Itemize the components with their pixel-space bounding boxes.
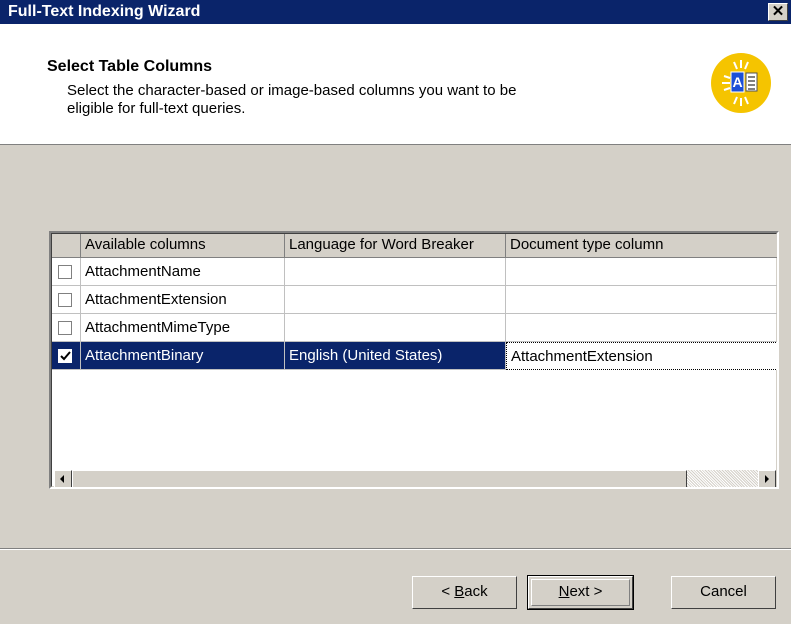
language-cell[interactable] bbox=[285, 258, 506, 286]
title-bar: Full-Text Indexing Wizard ✕ bbox=[0, 0, 791, 24]
column-header-doctype[interactable]: Document type column bbox=[506, 234, 777, 258]
back-rest: ack bbox=[464, 583, 488, 600]
svg-text:A: A bbox=[732, 74, 742, 90]
window-title: Full-Text Indexing Wizard bbox=[8, 3, 201, 20]
page-description: Select the character-based or image-base… bbox=[67, 82, 517, 117]
checkmark-icon bbox=[60, 351, 71, 361]
column-name-cell[interactable]: AttachmentBinary bbox=[81, 342, 285, 370]
row-checkbox-cell[interactable] bbox=[52, 258, 81, 286]
doctype-cell[interactable] bbox=[506, 258, 777, 286]
row-checkbox[interactable] bbox=[58, 265, 72, 279]
next-suffix: > bbox=[589, 583, 603, 600]
columns-grid[interactable]: Available columns Language for Word Brea… bbox=[49, 231, 779, 489]
doctype-cell[interactable] bbox=[506, 286, 777, 314]
scroll-right-button[interactable] bbox=[758, 470, 776, 487]
next-rest: ext bbox=[569, 583, 590, 600]
horizontal-scrollbar[interactable] bbox=[54, 470, 776, 487]
row-checkbox[interactable] bbox=[58, 321, 72, 335]
table-row[interactable]: AttachmentName bbox=[52, 258, 777, 286]
row-checkbox[interactable] bbox=[58, 293, 72, 307]
back-prefix: < bbox=[441, 583, 455, 600]
wizard-header: Select Table Columns Select the characte… bbox=[0, 24, 791, 145]
scroll-track[interactable] bbox=[687, 470, 758, 487]
row-checkbox-cell[interactable] bbox=[52, 342, 81, 370]
next-accel: N bbox=[558, 583, 570, 600]
doctype-cell[interactable] bbox=[506, 314, 777, 342]
language-cell[interactable]: English (United States) bbox=[285, 342, 506, 370]
column-header-available[interactable]: Available columns bbox=[81, 234, 285, 258]
language-cell[interactable] bbox=[285, 286, 506, 314]
close-button[interactable]: ✕ bbox=[768, 3, 788, 21]
scroll-left-button[interactable] bbox=[54, 470, 72, 487]
table-row[interactable]: AttachmentMimeType bbox=[52, 314, 777, 342]
column-name-cell[interactable]: AttachmentMimeType bbox=[81, 314, 285, 342]
row-checkbox-checked[interactable] bbox=[58, 349, 72, 363]
language-cell[interactable] bbox=[285, 314, 506, 342]
back-button[interactable]: < Back bbox=[412, 576, 517, 609]
footer-separator bbox=[0, 548, 791, 550]
table-row[interactable]: AttachmentExtension bbox=[52, 286, 777, 314]
column-name-cell[interactable]: AttachmentName bbox=[81, 258, 285, 286]
back-accel: B bbox=[454, 583, 465, 600]
column-header-language[interactable]: Language for Word Breaker bbox=[285, 234, 506, 258]
cancel-label: Cancel bbox=[700, 583, 747, 600]
page-title: Select Table Columns bbox=[47, 58, 213, 75]
cancel-button[interactable]: Cancel bbox=[671, 576, 776, 609]
arrow-left-icon bbox=[60, 475, 64, 483]
next-button[interactable]: Next > bbox=[527, 575, 634, 610]
row-checkbox-cell[interactable] bbox=[52, 286, 81, 314]
full-text-index-icon: A bbox=[711, 53, 771, 113]
checkbox-column-header[interactable] bbox=[52, 234, 81, 258]
doctype-cell[interactable]: AttachmentExtension bbox=[506, 342, 777, 370]
row-checkbox-cell[interactable] bbox=[52, 314, 81, 342]
table-row-selected[interactable]: AttachmentBinary English (United States)… bbox=[52, 342, 777, 370]
close-icon: ✕ bbox=[771, 3, 785, 20]
scroll-thumb[interactable] bbox=[72, 470, 687, 487]
arrow-right-icon bbox=[765, 475, 769, 483]
column-name-cell[interactable]: AttachmentExtension bbox=[81, 286, 285, 314]
